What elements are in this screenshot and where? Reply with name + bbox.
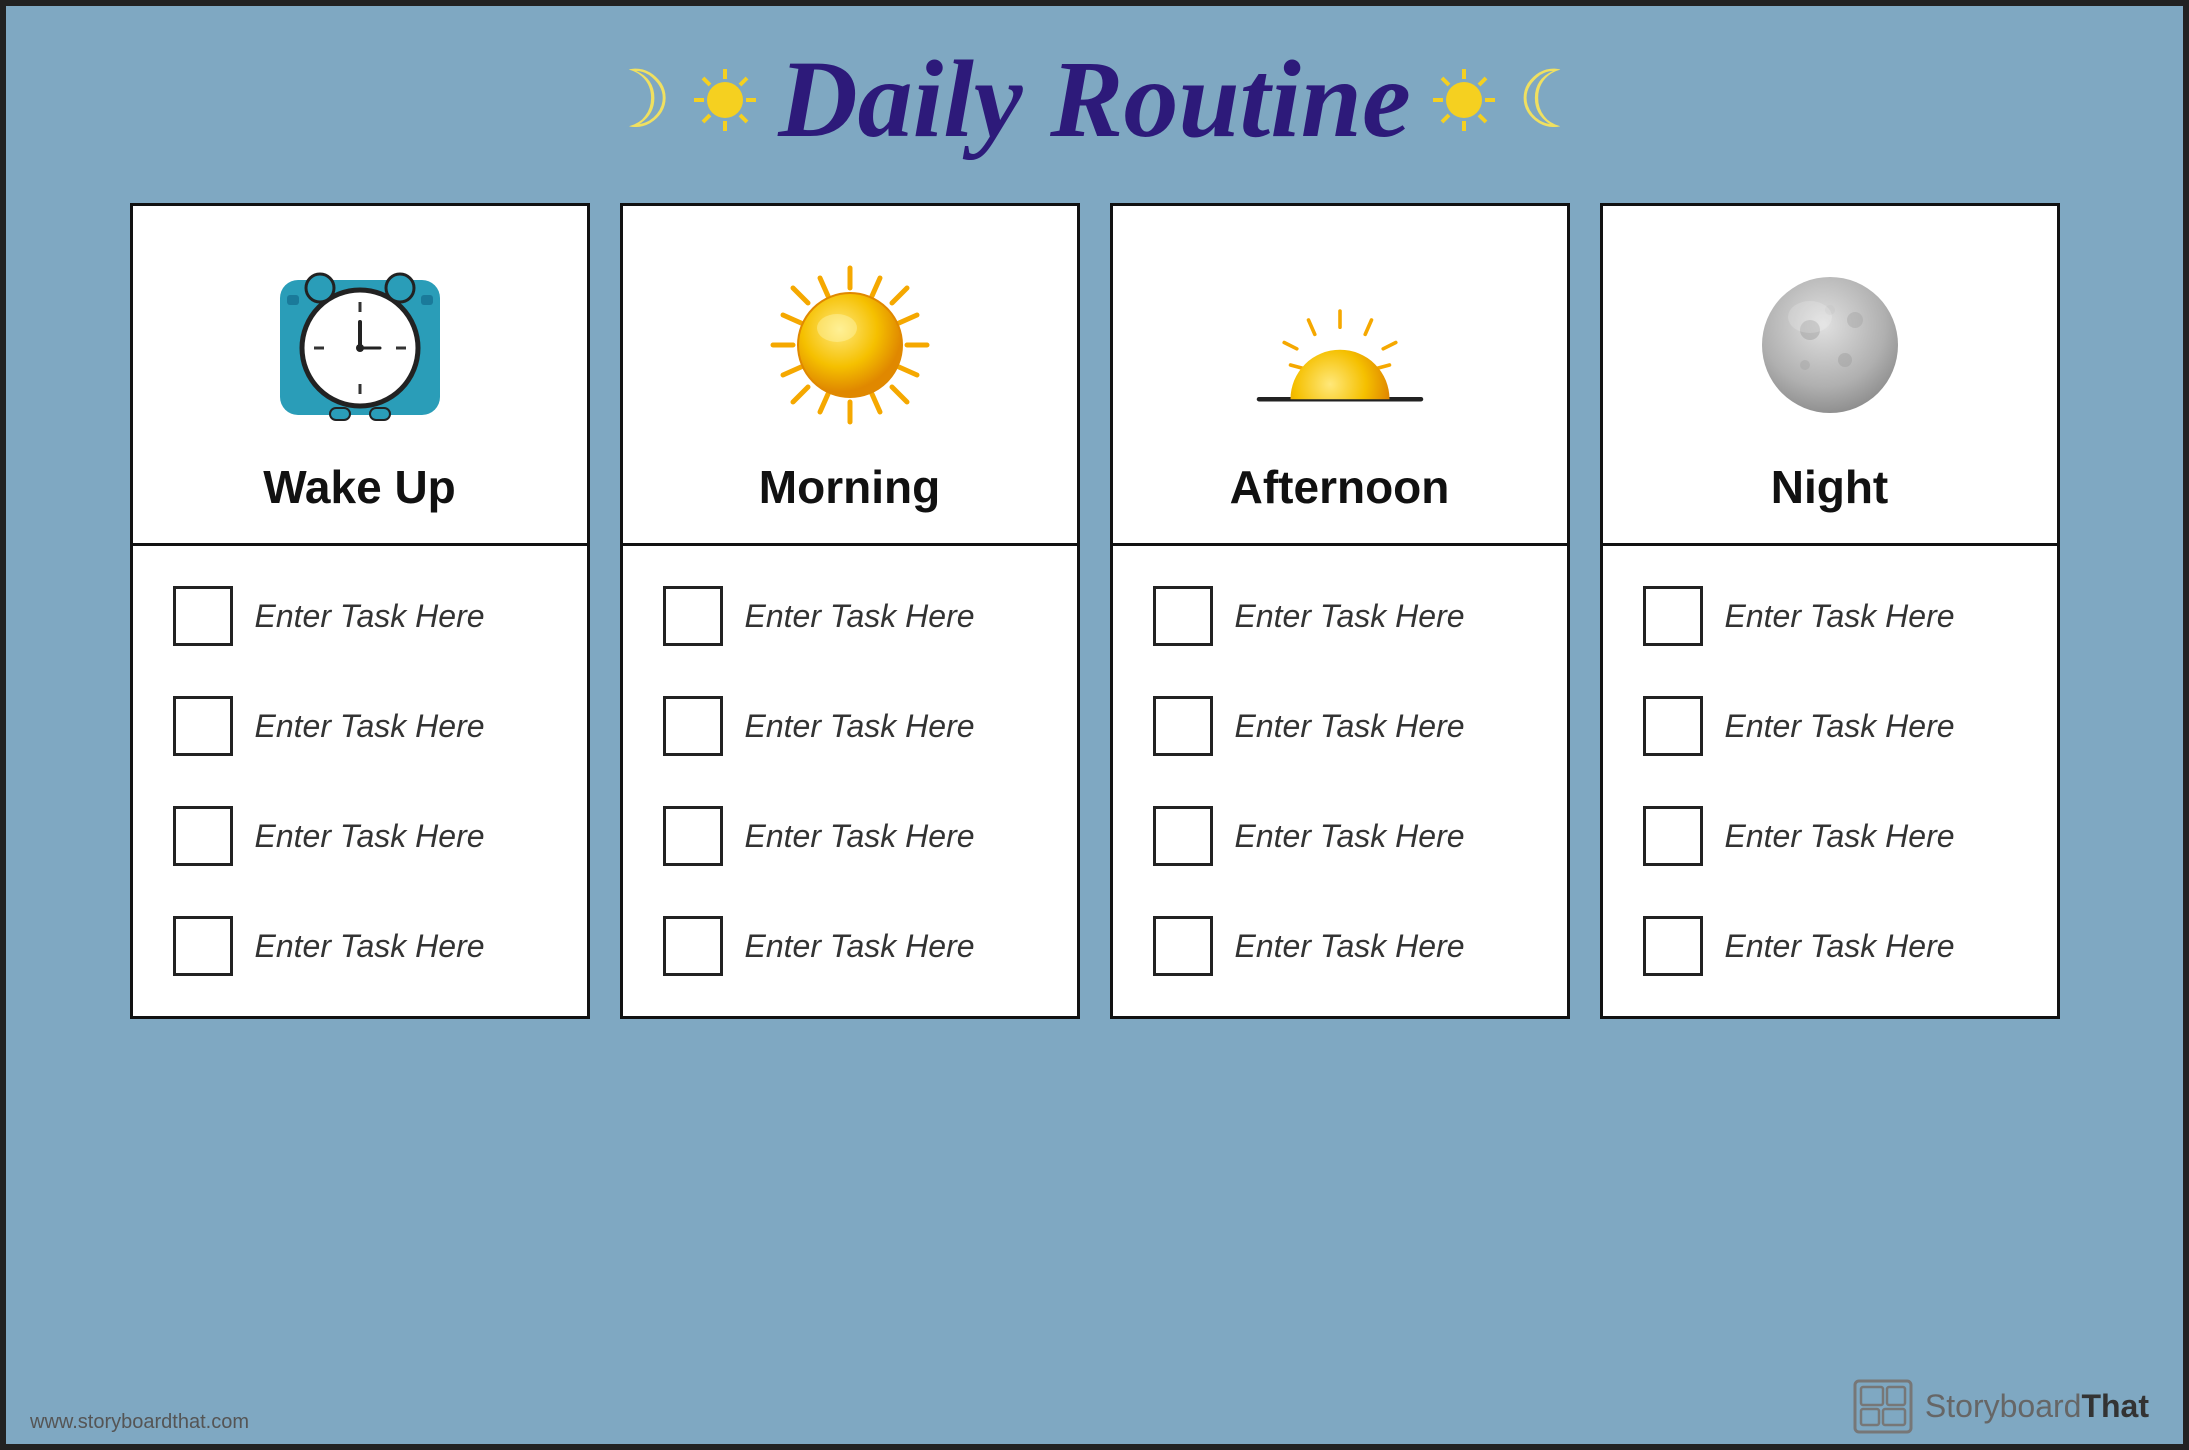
- task-item: Enter Task Here: [1153, 916, 1527, 976]
- moon-icon: [1740, 245, 1920, 445]
- task-item: Enter Task Here: [663, 586, 1037, 646]
- task-item: Enter Task Here: [663, 916, 1037, 976]
- clock-icon: [270, 245, 450, 445]
- task-label[interactable]: Enter Task Here: [255, 818, 485, 855]
- branding: StoryboardThat: [1853, 1379, 2149, 1434]
- brand-name-label: StoryboardThat: [1925, 1388, 2149, 1425]
- checkbox[interactable]: [1153, 696, 1213, 756]
- checkbox[interactable]: [663, 586, 723, 646]
- task-label[interactable]: Enter Task Here: [1235, 818, 1465, 855]
- checkbox[interactable]: [1153, 586, 1213, 646]
- footer-url: www.storyboardthat.com: [30, 1411, 249, 1434]
- columns-container: Wake Up Enter Task Here Enter Task Here …: [6, 203, 2183, 1019]
- moon-right-icon: ☽: [1517, 53, 1589, 146]
- task-item: Enter Task Here: [1153, 696, 1527, 756]
- checkbox[interactable]: [663, 806, 723, 866]
- night-label: Night: [1771, 460, 1889, 514]
- page-header: ☽ Daily Routine ☽: [6, 6, 2183, 183]
- afternoon-tasks: Enter Task Here Enter Task Here Enter Ta…: [1113, 546, 1567, 1016]
- task-item: Enter Task Here: [1153, 806, 1527, 866]
- brand-name-bold: That: [2081, 1388, 2149, 1424]
- checkbox[interactable]: [173, 916, 233, 976]
- afternoon-label: Afternoon: [1230, 460, 1450, 514]
- task-label[interactable]: Enter Task Here: [745, 928, 975, 965]
- checkbox[interactable]: [1643, 586, 1703, 646]
- task-item: Enter Task Here: [663, 806, 1037, 866]
- checkbox[interactable]: [663, 916, 723, 976]
- task-item: Enter Task Here: [1153, 586, 1527, 646]
- column-morning: Morning Enter Task Here Enter Task Here …: [620, 203, 1080, 1019]
- wake-up-tasks: Enter Task Here Enter Task Here Enter Ta…: [133, 546, 587, 1016]
- page-title: Daily Routine: [778, 36, 1411, 163]
- checkbox[interactable]: [173, 586, 233, 646]
- task-item: Enter Task Here: [663, 696, 1037, 756]
- task-label[interactable]: Enter Task Here: [255, 928, 485, 965]
- moon-left-icon: ☽: [601, 53, 673, 146]
- task-label[interactable]: Enter Task Here: [1725, 598, 1955, 635]
- column-afternoon: Afternoon Enter Task Here Enter Task Her…: [1110, 203, 1570, 1019]
- wake-up-header: Wake Up: [133, 206, 587, 546]
- task-item: Enter Task Here: [173, 916, 547, 976]
- task-label[interactable]: Enter Task Here: [745, 708, 975, 745]
- task-label[interactable]: Enter Task Here: [1235, 708, 1465, 745]
- task-item: Enter Task Here: [1643, 696, 2017, 756]
- night-header: Night: [1603, 206, 2057, 546]
- checkbox[interactable]: [1153, 806, 1213, 866]
- checkbox[interactable]: [173, 806, 233, 866]
- column-wake-up: Wake Up Enter Task Here Enter Task Here …: [130, 203, 590, 1019]
- task-label[interactable]: Enter Task Here: [255, 598, 485, 635]
- task-item: Enter Task Here: [1643, 806, 2017, 866]
- task-label[interactable]: Enter Task Here: [255, 708, 485, 745]
- checkbox[interactable]: [1153, 916, 1213, 976]
- task-label[interactable]: Enter Task Here: [1725, 708, 1955, 745]
- checkbox[interactable]: [173, 696, 233, 756]
- task-item: Enter Task Here: [1643, 916, 2017, 976]
- task-label[interactable]: Enter Task Here: [745, 598, 975, 635]
- checkbox[interactable]: [1643, 806, 1703, 866]
- sun-small-left-icon: [690, 65, 760, 135]
- brand-logo-icon: [1853, 1379, 1913, 1434]
- column-night: Night Enter Task Here Enter Task Here En…: [1600, 203, 2060, 1019]
- task-item: Enter Task Here: [173, 806, 547, 866]
- task-item: Enter Task Here: [173, 586, 547, 646]
- task-label[interactable]: Enter Task Here: [1235, 928, 1465, 965]
- brand-name-regular: Storyboard: [1925, 1388, 2082, 1424]
- wake-up-label: Wake Up: [263, 460, 456, 514]
- task-label[interactable]: Enter Task Here: [1235, 598, 1465, 635]
- checkbox[interactable]: [1643, 916, 1703, 976]
- website-label: www.storyboardthat.com: [30, 1411, 249, 1433]
- morning-sun-icon: [760, 245, 940, 445]
- morning-tasks: Enter Task Here Enter Task Here Enter Ta…: [623, 546, 1077, 1016]
- morning-header: Morning: [623, 206, 1077, 546]
- task-label[interactable]: Enter Task Here: [745, 818, 975, 855]
- night-tasks: Enter Task Here Enter Task Here Enter Ta…: [1603, 546, 2057, 1016]
- task-item: Enter Task Here: [173, 696, 547, 756]
- afternoon-header: Afternoon: [1113, 206, 1567, 546]
- task-label[interactable]: Enter Task Here: [1725, 928, 1955, 965]
- checkbox[interactable]: [1643, 696, 1703, 756]
- afternoon-sun-icon: [1250, 245, 1430, 445]
- sun-small-right-icon: [1429, 65, 1499, 135]
- task-item: Enter Task Here: [1643, 586, 2017, 646]
- morning-label: Morning: [759, 460, 940, 514]
- checkbox[interactable]: [663, 696, 723, 756]
- task-label[interactable]: Enter Task Here: [1725, 818, 1955, 855]
